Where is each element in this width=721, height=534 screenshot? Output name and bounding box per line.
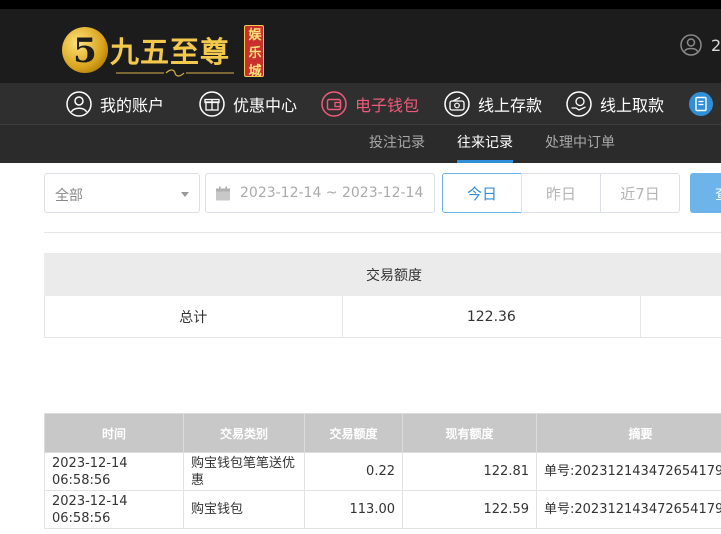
nav-item-e-wallet[interactable]: 电子钱包 bbox=[321, 83, 419, 125]
chevron-down-icon bbox=[181, 192, 189, 197]
date-range-input[interactable]: 2023-12-14 ~ 2023-12-14 bbox=[205, 173, 435, 213]
logo[interactable]: 5 九五至尊 娱 乐 城 bbox=[62, 19, 267, 79]
column-header-time: 时间 bbox=[44, 413, 184, 453]
nav-item-label: 线上存款 bbox=[478, 96, 543, 115]
row-time: 2023-12-14 06:58:56 bbox=[44, 452, 184, 491]
logo-swirl-icon bbox=[116, 69, 234, 77]
logo-badge: 娱 乐 城 bbox=[244, 25, 264, 79]
document-icon bbox=[689, 92, 713, 116]
nav-item-label: 我的账户 bbox=[100, 96, 165, 115]
logo-badge-char: 城 bbox=[248, 64, 262, 79]
logo-badge-char: 娱 bbox=[248, 28, 262, 43]
tab-transaction-records[interactable]: 往来记录 bbox=[457, 125, 513, 163]
gift-icon bbox=[199, 91, 225, 117]
user-name-text[interactable]: 2 bbox=[711, 36, 721, 55]
row-memo: 单号:202312143472654179 bbox=[536, 490, 721, 529]
divider bbox=[44, 232, 721, 233]
nav-item-online-withdraw[interactable]: 线上取款 bbox=[566, 83, 664, 125]
logo-emblem: 5 bbox=[62, 27, 108, 73]
category-select-value: 全部 bbox=[55, 188, 83, 204]
wallet-icon bbox=[321, 91, 347, 117]
row-balance: 122.81 bbox=[402, 452, 537, 491]
sub-nav: 投注记录 往来记录 处理中订单 bbox=[0, 125, 721, 163]
yesterday-button[interactable]: 昨日 bbox=[521, 173, 601, 213]
main-nav: 我的账户 优惠中心 电子钱包 线上存款 线上取款 bbox=[0, 83, 721, 125]
records-header-row: 时间 交易类别 交易额度 现有额度 摘要 bbox=[44, 413, 721, 453]
logo-text: 九五至尊 bbox=[110, 35, 231, 69]
logo-badge-char: 乐 bbox=[248, 46, 262, 61]
summary-table: 交易额度 总计 122.36 bbox=[44, 253, 721, 338]
records-table: 时间 交易类别 交易额度 现有额度 摘要 2023-12-14 06:58:56… bbox=[44, 413, 721, 529]
query-button[interactable]: 查 bbox=[690, 173, 721, 213]
summary-row: 总计 122.36 bbox=[44, 295, 721, 338]
site-header: 5 九五至尊 娱 乐 城 2 bbox=[0, 9, 721, 83]
summary-row-label: 总计 bbox=[44, 295, 343, 338]
summary-header-row: 交易额度 bbox=[44, 253, 721, 296]
nav-item-online-deposit[interactable]: 线上存款 bbox=[444, 83, 542, 125]
summary-total: 122.36 bbox=[341, 295, 642, 338]
user-circle-icon bbox=[66, 91, 92, 117]
row-type: 购宝钱包笔笔送优惠 bbox=[183, 452, 305, 491]
user-icon[interactable] bbox=[680, 34, 702, 56]
summary-empty-cell bbox=[640, 295, 721, 338]
column-header-balance: 现有额度 bbox=[402, 413, 537, 453]
row-type: 购宝钱包 bbox=[183, 490, 305, 529]
nav-item-label: 优惠中心 bbox=[233, 96, 298, 115]
nav-item-my-account[interactable]: 我的账户 bbox=[66, 83, 164, 125]
nav-item-more[interactable] bbox=[688, 83, 721, 125]
column-header-type: 交易类别 bbox=[183, 413, 305, 453]
row-time: 2023-12-14 06:58:56 bbox=[44, 490, 184, 529]
row-amount: 0.22 bbox=[304, 452, 403, 491]
category-select[interactable]: 全部 bbox=[44, 173, 200, 213]
column-header-amount: 交易额度 bbox=[304, 413, 403, 453]
tab-pending-orders[interactable]: 处理中订单 bbox=[545, 125, 615, 163]
row-balance: 122.59 bbox=[402, 490, 537, 529]
last-7-days-button[interactable]: 近7日 bbox=[600, 173, 680, 213]
row-amount: 113.00 bbox=[304, 490, 403, 529]
logo-numeral: 5 bbox=[73, 31, 97, 71]
summary-header: 交易额度 bbox=[44, 253, 721, 296]
calendar-icon bbox=[216, 186, 230, 201]
column-header-memo: 摘要 bbox=[536, 413, 721, 453]
date-range-value: 2023-12-14 ~ 2023-12-14 bbox=[240, 185, 424, 201]
deposit-icon bbox=[444, 91, 470, 117]
nav-item-label: 线上取款 bbox=[600, 96, 665, 115]
tab-bet-records[interactable]: 投注记录 bbox=[369, 125, 425, 163]
withdraw-icon bbox=[566, 91, 592, 117]
today-button[interactable]: 今日 bbox=[442, 173, 522, 213]
top-strip bbox=[0, 0, 721, 9]
row-memo: 单号:202312143472654179 bbox=[536, 452, 721, 491]
table-row: 2023-12-14 06:58:56 购宝钱包 113.00 122.59 单… bbox=[44, 490, 721, 529]
nav-item-promotions[interactable]: 优惠中心 bbox=[199, 83, 297, 125]
nav-item-label: 电子钱包 bbox=[355, 96, 420, 115]
table-row: 2023-12-14 06:58:56 购宝钱包笔笔送优惠 0.22 122.8… bbox=[44, 452, 721, 491]
